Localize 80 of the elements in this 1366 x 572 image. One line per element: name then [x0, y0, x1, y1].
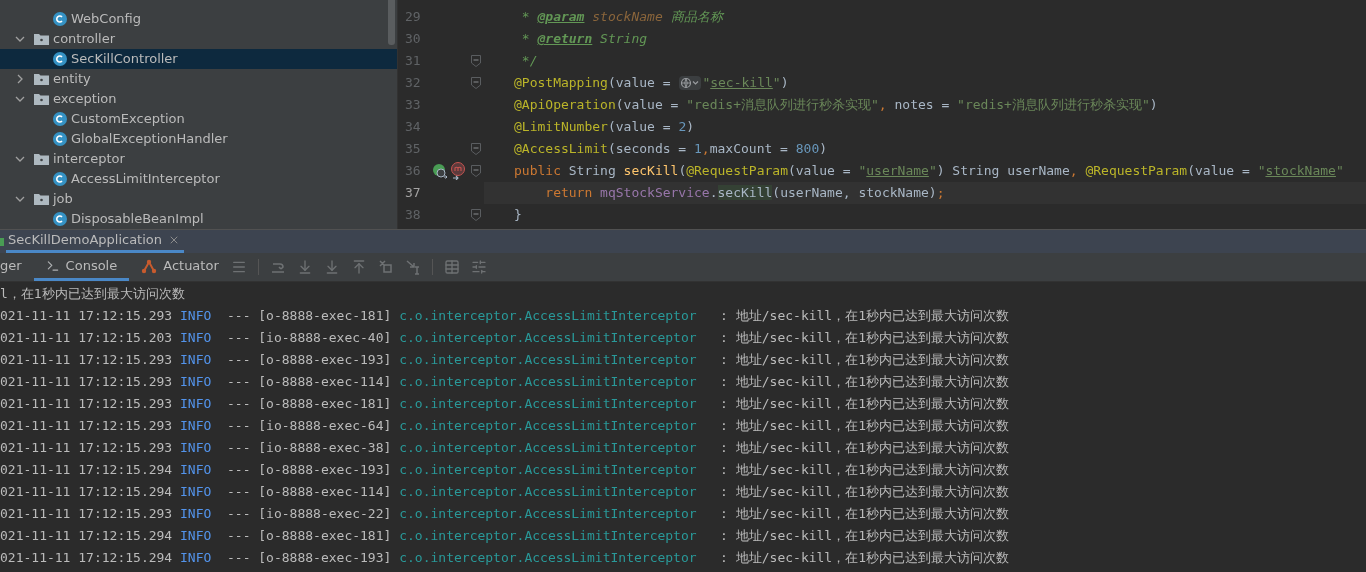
table-icon[interactable]: [443, 259, 460, 275]
code-text: "sec-kill"): [702, 74, 789, 93]
line-number: 34: [404, 118, 422, 137]
tree-item[interactable]: DisposableBeanImpl: [0, 209, 397, 229]
chevron-right-icon[interactable]: [15, 74, 25, 84]
code-text: @ApiOperation(value = "redis+消息队列进行秒杀实现", notes = "redis+消息队列进行秒杀实现"): [514, 96, 1158, 115]
scrollbar-thumb[interactable]: [388, 0, 395, 45]
class-icon: [53, 12, 67, 26]
fold-marker-icon[interactable]: [471, 77, 481, 89]
line-number: 37: [404, 184, 422, 203]
class-icon: [53, 112, 67, 126]
console-tab[interactable]: Actuator: [129, 253, 231, 281]
class-icon: [53, 172, 67, 186]
folder-icon: [34, 73, 49, 85]
line-number: 36: [404, 162, 422, 181]
run-app-icon: [0, 235, 6, 248]
line-number: 38: [404, 206, 422, 225]
chevron-down-icon[interactable]: [15, 94, 25, 104]
method-override-icon[interactable]: [450, 162, 466, 180]
console-icon: [45, 258, 60, 273]
code-text: @AccessLimit(seconds = 1,maxCount = 800): [514, 140, 828, 159]
log-line: 021-11-11 17:12:15.293 INFO --- [io-8888-exec-38] c.o.interceptor.AccessLimitInterceptor : 地址/sec-kill，在1秒内已达到最大访问次数: [0, 439, 1010, 458]
code-text: return mqStockService.secKill(userName, stockName);: [544, 184, 945, 203]
tree-folder[interactable]: exception: [0, 89, 397, 109]
log-line: 021-11-11 17:12:15.293 INFO --- [io-8888-exec-22] c.o.interceptor.AccessLimitInterceptor : 地址/sec-kill，在1秒内已达到最大访问次数: [0, 505, 1010, 524]
line-number: 30: [404, 30, 422, 49]
code-text: }: [514, 206, 522, 225]
log-line: 021-11-11 17:12:15.293 INFO --- [io-8888-exec-64] c.o.interceptor.AccessLimitInterceptor : 地址/sec-kill，在1秒内已达到最大访问次数: [0, 417, 1010, 436]
log-line: 021-11-11 17:12:15.293 INFO --- [o-8888-exec-193] c.o.interceptor.AccessLimitInterceptor : 地址/sec-kill，在1秒内已达到最大访问次数: [0, 351, 1010, 370]
chevron-down-icon[interactable]: [15, 154, 25, 164]
code-text: @LimitNumber(value = 2): [514, 118, 695, 137]
folder-icon: [34, 33, 49, 45]
class-icon: [53, 52, 67, 66]
menu-icon[interactable]: [230, 259, 247, 275]
code-text: public String secKill(@RequestParam(value = "userName") String userName, @RequestParam(value = "stockName": [514, 162, 1344, 181]
tree-item[interactable]: SecKillController: [0, 49, 397, 69]
chevron-down-icon[interactable]: [15, 194, 25, 204]
tree-folder[interactable]: interceptor: [0, 149, 397, 169]
line-number: 32: [404, 74, 422, 93]
folder-icon: [34, 93, 49, 105]
folder-icon: [34, 193, 49, 205]
fold-marker-icon[interactable]: [471, 55, 481, 67]
log-line: 021-11-11 17:12:15.294 INFO --- [o-8888-exec-193] c.o.interceptor.AccessLimitInterceptor : 地址/sec-kill，在1秒内已达到最大访问次数: [0, 549, 1010, 568]
tree-item[interactable]: AccessLimitInterceptor: [0, 169, 397, 189]
code-text: * @return String: [520, 30, 648, 49]
log-line: l，在1秒内已达到最大访问次数: [0, 285, 185, 304]
class-icon: [53, 132, 67, 146]
log-line: 021-11-11 17:12:15.293 INFO --- [o-8888-exec-181] c.o.interceptor.AccessLimitInterceptor : 地址/sec-kill，在1秒内已达到最大访问次数: [0, 307, 1010, 326]
actuator-icon: [141, 257, 158, 274]
cursor-icon[interactable]: [404, 259, 421, 275]
run-globe-icon[interactable]: [432, 163, 448, 179]
fold-marker-icon[interactable]: [471, 209, 481, 221]
tree-item[interactable]: CustomException: [0, 109, 397, 129]
tree-item[interactable]: WebConfig: [0, 9, 397, 29]
line-number: 33: [404, 96, 422, 115]
log-line: 021-11-11 17:12:15.294 INFO --- [o-8888-exec-193] c.o.interceptor.AccessLimitInterceptor : 地址/sec-kill，在1秒内已达到最大访问次数: [0, 461, 1010, 480]
tree-folder[interactable]: controller: [0, 29, 397, 49]
log-line: 021-11-11 17:12:15.293 INFO --- [o-8888-exec-181] c.o.interceptor.AccessLimitInterceptor : 地址/sec-kill，在1秒内已达到最大访问次数: [0, 395, 1010, 414]
line-number: 29: [404, 8, 422, 27]
line-number: 35: [404, 140, 422, 159]
tree-folder[interactable]: job: [0, 189, 397, 209]
log-line: 021-11-11 17:12:15.203 INFO --- [io-8888-exec-40] c.o.interceptor.AccessLimitInterceptor : 地址/sec-kill，在1秒内已达到最大访问次数: [0, 329, 1010, 348]
class-icon: [53, 212, 67, 226]
fold-marker-icon[interactable]: [471, 165, 481, 177]
tree-folder[interactable]: entity: [0, 69, 397, 89]
code-text: * @param stockName 商品名称: [520, 8, 723, 27]
log-line: 021-11-11 17:12:15.294 INFO --- [o-8888-exec-114] c.o.interceptor.AccessLimitInterceptor : 地址/sec-kill，在1秒内已达到最大访问次数: [0, 483, 1010, 502]
clear-icon[interactable]: [377, 259, 394, 275]
chevron-down-icon[interactable]: [15, 34, 25, 44]
log-line: 021-11-11 17:12:15.293 INFO --- [o-8888-exec-114] c.o.interceptor.AccessLimitInterceptor : 地址/sec-kill，在1秒内已达到最大访问次数: [0, 373, 1010, 392]
globe-dropdown-icon[interactable]: [679, 76, 702, 90]
line-number: 31: [404, 52, 422, 71]
console-tab[interactable]: ger: [0, 253, 34, 281]
folder-icon: [34, 153, 49, 165]
settings-icon[interactable]: [470, 259, 487, 275]
fold-marker-icon[interactable]: [471, 143, 481, 155]
tree-item[interactable]: GlobalExceptionHandler: [0, 129, 397, 149]
code-text: */: [520, 52, 538, 71]
log-line: 021-11-11 17:12:15.294 INFO --- [o-8888-exec-181] c.o.interceptor.AccessLimitInterceptor : 地址/sec-kill，在1秒内已达到最大访问次数: [0, 527, 1010, 546]
code-text: @PostMapping(value =: [514, 74, 672, 93]
